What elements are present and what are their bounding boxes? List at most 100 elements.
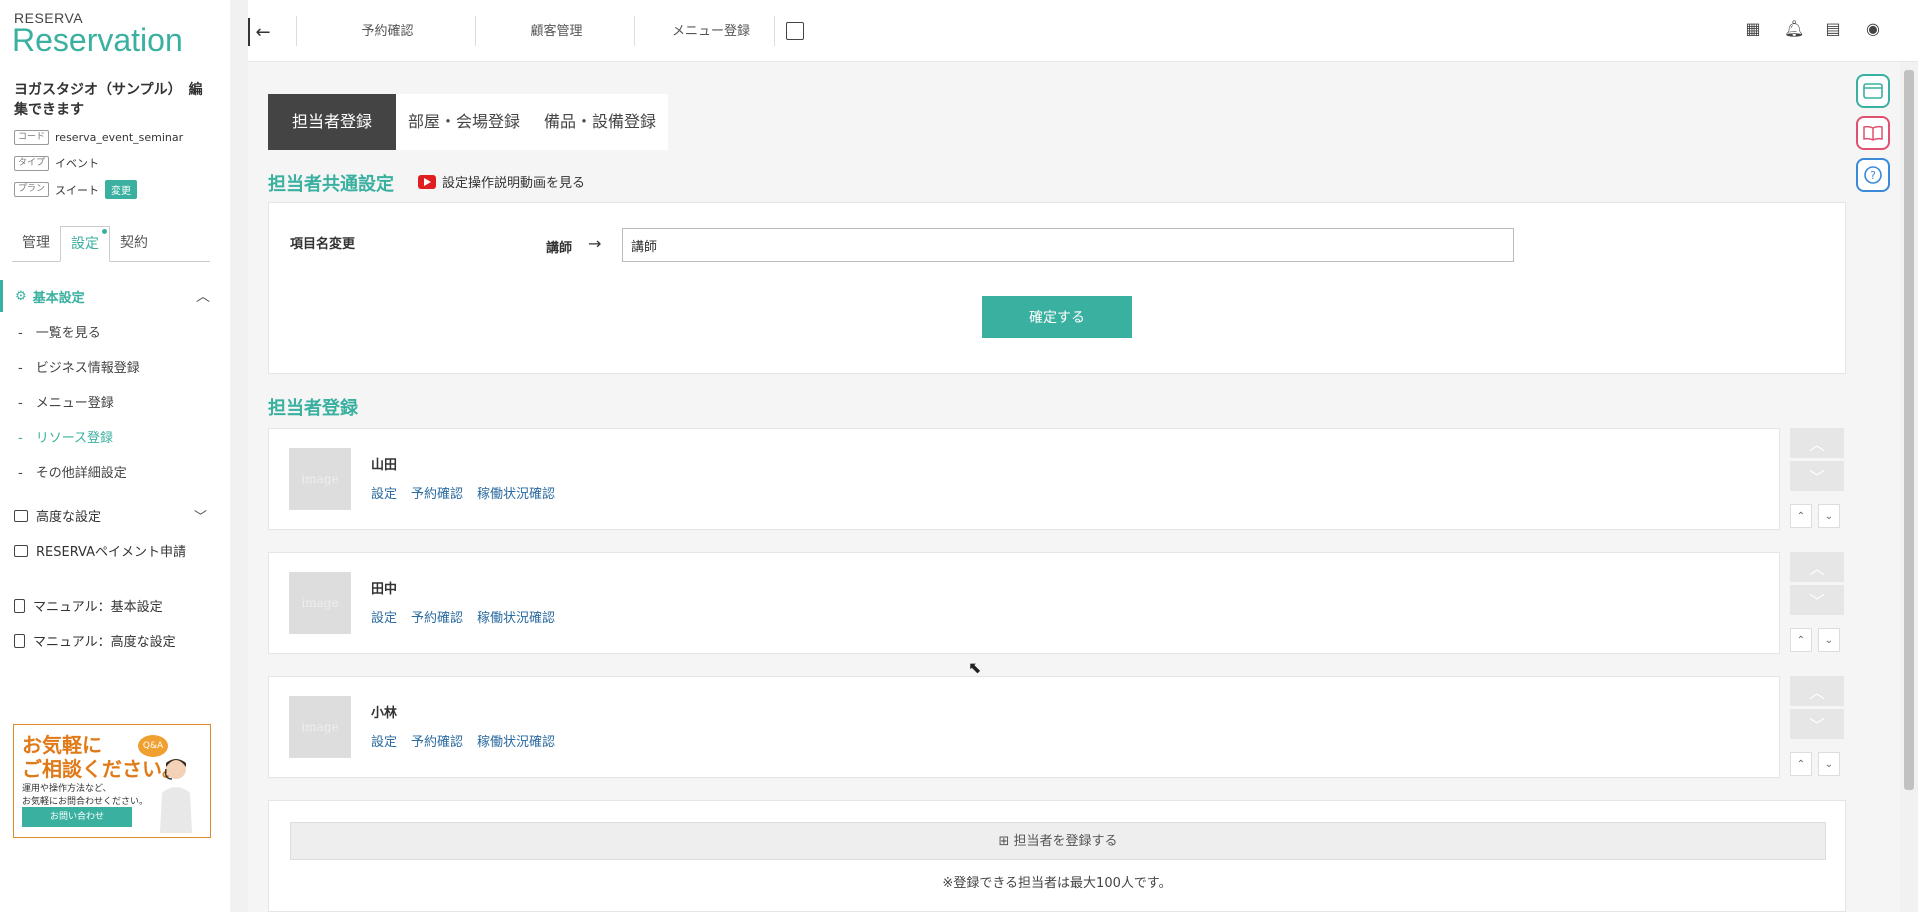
plan-change-button[interactable]: 変更 — [105, 180, 138, 199]
move-down-button[interactable]: ﹀ — [1790, 461, 1844, 491]
staff-settings-link[interactable]: 設定 — [371, 731, 397, 750]
logo[interactable]: Reservation — [12, 22, 183, 59]
tab-rooms[interactable]: 部屋・会場登録 — [396, 94, 533, 150]
staff-name: 山田 — [371, 458, 398, 473]
add-staff-label: 担当者を登録する — [1013, 834, 1118, 849]
menu-item-resource-registration[interactable]: - リソース登録 — [18, 427, 113, 446]
operator-illustration — [160, 759, 192, 833]
manual-basic-link[interactable]: マニュアル：基本設定 — [14, 596, 163, 615]
meta-plan-tag: プラン — [14, 182, 50, 197]
youtube-icon — [418, 174, 436, 189]
confirm-button[interactable]: 確定する — [982, 296, 1132, 338]
grid-icon[interactable]: ▦ — [1744, 20, 1762, 38]
manual-advanced-link[interactable]: マニュアル：高度な設定 — [14, 631, 176, 650]
staff-image: image — [289, 696, 351, 758]
document-icon — [14, 598, 25, 613]
menu-payment-application-label: RESERVAペイメント申請 — [36, 545, 186, 560]
staff-availability-link[interactable]: 稼働状況確認 — [477, 483, 555, 502]
sidebar-tab-contract[interactable]: 契約 — [110, 226, 158, 261]
contact-banner[interactable]: お気軽に ご相談ください。 Q&A 運用や操作方法など、 お気軽にお問合わせください… — [13, 724, 211, 838]
menu-item-overview[interactable]: - 一覧を見る — [18, 322, 101, 341]
staff-row — [268, 428, 1780, 530]
banner-body: 運用や操作方法など、 お気軽にお問合わせください。 — [22, 783, 148, 809]
page-scrollbar[interactable] — [1900, 62, 1918, 912]
sidebar-tabs: 管理 設定 契約 — [12, 226, 210, 262]
banner-title-line1: お気軽に — [22, 733, 102, 757]
bell-icon[interactable]: 🔔︎ — [1784, 20, 1804, 38]
top-bar: ← 予約確認 顧客管理 メニュー登録 ▦ 🔔︎ ▤ ◉ — [248, 0, 1918, 62]
staff-image: image — [289, 572, 351, 634]
move-bottom-button[interactable]: ⌄ — [1818, 628, 1840, 652]
manual-advanced-label: マニュアル：高度な設定 — [33, 635, 176, 650]
move-down-button[interactable]: ﹀ — [1790, 709, 1844, 739]
browser-window-icon[interactable] — [1856, 74, 1890, 108]
video-link[interactable]: 設定操作説明動画を見る — [418, 172, 585, 191]
staff-links: 設定 予約確認 稼働状況確認 — [371, 731, 555, 750]
account-icon[interactable]: ◉ — [1864, 20, 1882, 38]
menu-item-resource-registration-label: リソース登録 — [35, 431, 114, 446]
menu-advanced-settings[interactable]: 高度な設定 ﹀ — [14, 506, 207, 525]
arrow-right-icon: → — [588, 234, 602, 253]
sidebar-tab-manage[interactable]: 管理 — [12, 226, 60, 261]
staff-name: 小林 — [371, 706, 398, 721]
menu-item-menu-registration[interactable]: - メニュー登録 — [18, 392, 114, 411]
menu-item-overview-label: 一覧を見る — [35, 326, 101, 341]
staff-availability-link[interactable]: 稼働状況確認 — [477, 607, 555, 626]
add-staff-button[interactable]: ⊞ 担当者を登録する — [290, 822, 1826, 860]
move-top-button[interactable]: ⌃ — [1790, 752, 1812, 776]
topnav-menu-registration[interactable]: メニュー登録 — [638, 20, 784, 44]
menu-advanced-settings-label: 高度な設定 — [36, 510, 102, 525]
common-settings-title: 担当者共通設定 — [268, 174, 394, 195]
tab-equipment[interactable]: 備品・設備登録 — [532, 94, 669, 150]
menu-basic-settings[interactable]: ⚙ 基本設定 ︿ — [0, 280, 214, 312]
scrollbar-thumb[interactable] — [1904, 70, 1914, 790]
mouse-cursor-icon: ⬉ — [968, 658, 982, 677]
notification-dot — [102, 229, 107, 234]
staff-row — [268, 552, 1780, 654]
staff-settings-link[interactable]: 設定 — [371, 607, 397, 626]
staff-section-title: 担当者登録 — [268, 398, 358, 419]
plus-square-icon: ⊞ — [998, 834, 1014, 849]
move-up-button[interactable]: ︿ — [1790, 552, 1844, 582]
move-bottom-button[interactable]: ⌄ — [1818, 752, 1840, 776]
tab-staff[interactable]: 担当者登録 — [268, 94, 397, 150]
card-icon — [14, 544, 28, 557]
divider — [774, 16, 775, 46]
sidebar-tab-settings[interactable]: 設定 — [60, 226, 110, 262]
settings-calendar-icon[interactable]: ▤ — [1824, 20, 1842, 38]
meta-code-value: reserva_event_seminar — [55, 131, 184, 144]
back-arrow-icon[interactable]: ← — [248, 18, 276, 46]
staff-reservations-link[interactable]: 予約確認 — [411, 731, 463, 750]
sidebar-scrollbar[interactable] — [230, 0, 248, 912]
move-up-button[interactable]: ︿ — [1790, 428, 1844, 458]
field-label: 項目名変更 — [290, 237, 356, 252]
chevron-down-icon: ﹀ — [194, 510, 208, 525]
item-name-input[interactable] — [622, 228, 1514, 262]
move-top-button[interactable]: ⌃ — [1790, 504, 1812, 528]
move-top-button[interactable]: ⌃ — [1790, 628, 1812, 652]
topnav-reservations[interactable]: 予約確認 — [300, 20, 475, 44]
move-up-button[interactable]: ︿ — [1790, 676, 1844, 706]
chevron-up-icon: ︿ — [196, 289, 210, 305]
move-bottom-button[interactable]: ⌄ — [1818, 504, 1840, 528]
menu-payment-application[interactable]: RESERVAペイメント申請 — [14, 541, 186, 560]
edit-icon[interactable] — [786, 22, 804, 40]
book-icon[interactable] — [1856, 116, 1890, 150]
manual-basic-label: マニュアル：基本設定 — [33, 600, 163, 615]
staff-availability-link[interactable]: 稼働状況確認 — [477, 731, 555, 750]
menu-item-business-info[interactable]: - ビジネス情報登録 — [18, 357, 140, 376]
staff-links: 設定 予約確認 稼働状況確認 — [371, 607, 555, 626]
help-icon[interactable]: ? — [1856, 158, 1890, 192]
staff-settings-link[interactable]: 設定 — [371, 483, 397, 502]
staff-reservations-link[interactable]: 予約確認 — [411, 483, 463, 502]
banner-body-line2: お気軽にお問合わせください。 — [22, 797, 149, 807]
menu-item-other-settings[interactable]: - その他詳細設定 — [18, 462, 127, 481]
header-icons: ▦ 🔔︎ ▤ ◉ — [1744, 20, 1882, 38]
contact-button[interactable]: お問い合わせ — [22, 807, 132, 827]
original-name: 講師 — [546, 241, 573, 256]
menu-item-business-info-label: ビジネス情報登録 — [35, 361, 140, 376]
move-down-button[interactable]: ﹀ — [1790, 585, 1844, 615]
meta-code: コード reserva_event_seminar — [14, 130, 183, 145]
topnav-customers[interactable]: 顧客管理 — [479, 20, 634, 44]
staff-reservations-link[interactable]: 予約確認 — [411, 607, 463, 626]
